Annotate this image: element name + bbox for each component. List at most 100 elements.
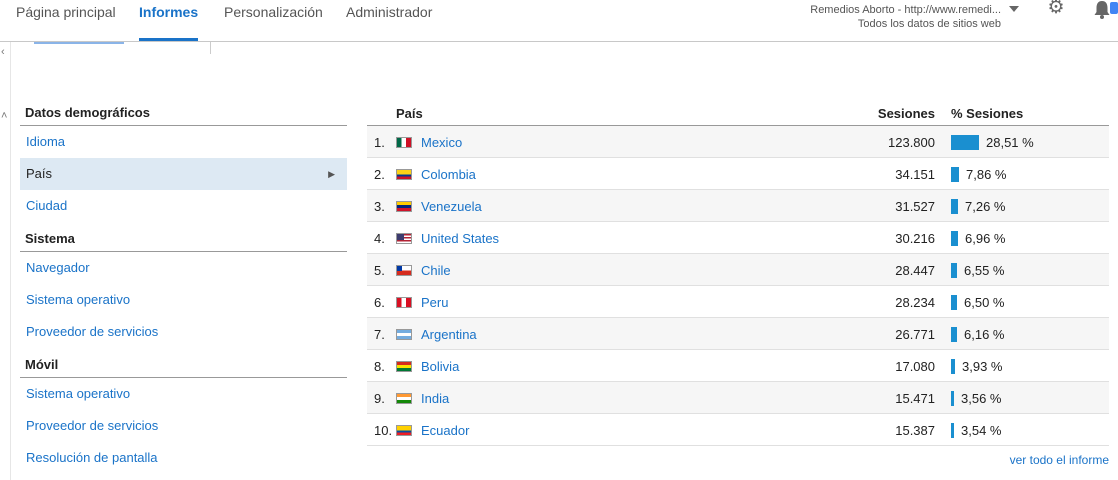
pct-bar bbox=[951, 423, 954, 438]
pct-value: 7,26 % bbox=[965, 199, 1006, 214]
flag-icon bbox=[396, 201, 412, 212]
row-rank: 4. bbox=[374, 231, 385, 246]
sessions-value: 34.151 bbox=[895, 167, 935, 182]
account-view: Todos los datos de sitios web bbox=[857, 18, 1001, 30]
row-rank: 8. bbox=[374, 359, 385, 374]
sidebar-menu: Datos demográficos Idioma País ▶ Ciudad … bbox=[20, 96, 347, 474]
top-navigation-bar: Página principal Informes Personalizació… bbox=[0, 0, 1118, 42]
sessions-value: 30.216 bbox=[895, 231, 935, 246]
section-title-demographics: Datos demográficos bbox=[20, 96, 347, 126]
column-header-sessions: Sesiones bbox=[877, 106, 935, 121]
sessions-value: 28.234 bbox=[895, 295, 935, 310]
row-rank: 7. bbox=[374, 327, 385, 342]
pct-bar bbox=[951, 327, 957, 342]
row-rank: 1. bbox=[374, 135, 385, 150]
sessions-value: 15.471 bbox=[895, 391, 935, 406]
chevron-left-icon[interactable]: ‹ bbox=[1, 46, 5, 58]
row-rank: 6. bbox=[374, 295, 385, 310]
section-title-mobile: Móvil bbox=[20, 348, 347, 378]
pct-value: 3,54 % bbox=[961, 423, 1002, 438]
table-header: País Sesiones % Sesiones bbox=[367, 96, 1109, 126]
sessions-value: 26.771 bbox=[895, 327, 935, 342]
flag-icon bbox=[396, 265, 412, 276]
sidebar-item-os[interactable]: Sistema operativo bbox=[20, 284, 347, 316]
sidebar-item-service-provider[interactable]: Proveedor de servicios bbox=[20, 316, 347, 348]
sidebar-item-language[interactable]: Idioma bbox=[20, 126, 347, 158]
sidebar-item-mobile-service-provider[interactable]: Proveedor de servicios bbox=[20, 410, 347, 442]
chevron-right-icon: ▶ bbox=[328, 169, 335, 179]
pct-bar bbox=[951, 391, 954, 406]
country-link[interactable]: Bolivia bbox=[421, 359, 459, 374]
table-row: 6. Peru 28.234 6,50 % bbox=[367, 286, 1109, 318]
table-body: 1. Mexico 123.800 28,51 % 2. Colombia 34.151 7,… bbox=[367, 126, 1109, 446]
pct-bar bbox=[951, 295, 957, 310]
divider bbox=[210, 42, 211, 54]
tab-reports[interactable]: Informes bbox=[139, 0, 199, 41]
subtab-indicator bbox=[34, 42, 124, 44]
section-title-system: Sistema bbox=[20, 222, 347, 252]
account-name: Remedios Aborto - http://www.remedi... bbox=[810, 4, 1001, 16]
tab-admin[interactable]: Administrador bbox=[346, 0, 432, 41]
flag-icon bbox=[396, 297, 412, 308]
bell-icon[interactable] bbox=[1092, 0, 1112, 20]
collapse-strip[interactable] bbox=[0, 42, 11, 480]
pct-value: 6,16 % bbox=[964, 327, 1005, 342]
table-row: 2. Colombia 34.151 7,86 % bbox=[367, 158, 1109, 190]
sessions-value: 28.447 bbox=[895, 263, 935, 278]
flag-icon bbox=[396, 137, 412, 148]
account-selector[interactable]: Remedios Aborto - http://www.remedi... T… bbox=[810, 3, 1001, 31]
row-rank: 2. bbox=[374, 167, 385, 182]
flag-icon bbox=[396, 329, 412, 340]
country-link[interactable]: Mexico bbox=[421, 135, 462, 150]
country-link[interactable]: Argentina bbox=[421, 327, 477, 342]
row-rank: 5. bbox=[374, 263, 385, 278]
sidebar-item-screen-resolution[interactable]: Resolución de pantalla bbox=[20, 442, 347, 474]
country-link[interactable]: Venezuela bbox=[421, 199, 482, 214]
pct-bar bbox=[951, 263, 957, 278]
pct-value: 6,50 % bbox=[964, 295, 1005, 310]
pct-bar bbox=[951, 135, 979, 150]
row-rank: 3. bbox=[374, 199, 385, 214]
flag-icon bbox=[396, 393, 412, 404]
sidebar-item-country[interactable]: País ▶ bbox=[20, 158, 347, 190]
pct-bar bbox=[951, 199, 958, 214]
country-link[interactable]: Ecuador bbox=[421, 423, 469, 438]
table-row: 4. United States 30.216 6,96 % bbox=[367, 222, 1109, 254]
sessions-value: 15.387 bbox=[895, 423, 935, 438]
chevron-up-icon[interactable]: ˄ bbox=[1, 110, 7, 122]
pct-value: 28,51 % bbox=[986, 135, 1034, 150]
gear-icon[interactable]: ⚙ bbox=[1047, 0, 1065, 18]
column-header-pct-sessions: % Sesiones bbox=[951, 106, 1024, 121]
pct-bar bbox=[951, 231, 958, 246]
pct-value: 6,55 % bbox=[964, 263, 1005, 278]
tab-home[interactable]: Página principal bbox=[16, 0, 116, 41]
flag-icon bbox=[396, 361, 412, 372]
sessions-value: 17.080 bbox=[895, 359, 935, 374]
pct-bar bbox=[951, 359, 955, 374]
column-header-country: País bbox=[396, 106, 423, 121]
table-row: 1. Mexico 123.800 28,51 % bbox=[367, 126, 1109, 158]
pct-value: 3,93 % bbox=[962, 359, 1003, 374]
country-link[interactable]: Colombia bbox=[421, 167, 476, 182]
country-sessions-table: País Sesiones % Sesiones 1. Mexico 123.800… bbox=[367, 96, 1109, 446]
country-link[interactable]: India bbox=[421, 391, 449, 406]
chevron-down-icon[interactable] bbox=[1009, 6, 1019, 12]
view-full-report-link[interactable]: ver todo el informe bbox=[1010, 453, 1109, 467]
pct-value: 6,96 % bbox=[965, 231, 1006, 246]
pct-value: 3,56 % bbox=[961, 391, 1002, 406]
table-row: 3. Venezuela 31.527 7,26 % bbox=[367, 190, 1109, 222]
country-link[interactable]: United States bbox=[421, 231, 499, 246]
table-row: 9. India 15.471 3,56 % bbox=[367, 382, 1109, 414]
sidebar-item-browser[interactable]: Navegador bbox=[20, 252, 347, 284]
sidebar-item-mobile-os[interactable]: Sistema operativo bbox=[20, 378, 347, 410]
row-rank: 10. bbox=[374, 423, 393, 438]
country-link[interactable]: Chile bbox=[421, 263, 451, 278]
tab-customization[interactable]: Personalización bbox=[224, 0, 323, 41]
pct-value: 7,86 % bbox=[966, 167, 1007, 182]
flag-icon bbox=[396, 425, 412, 436]
sidebar-item-city[interactable]: Ciudad bbox=[20, 190, 347, 222]
sessions-value: 123.800 bbox=[888, 135, 935, 150]
country-link[interactable]: Peru bbox=[421, 295, 448, 310]
table-row: 10. Ecuador 15.387 3,54 % bbox=[367, 414, 1109, 446]
sidebar-item-label: País bbox=[26, 166, 53, 181]
